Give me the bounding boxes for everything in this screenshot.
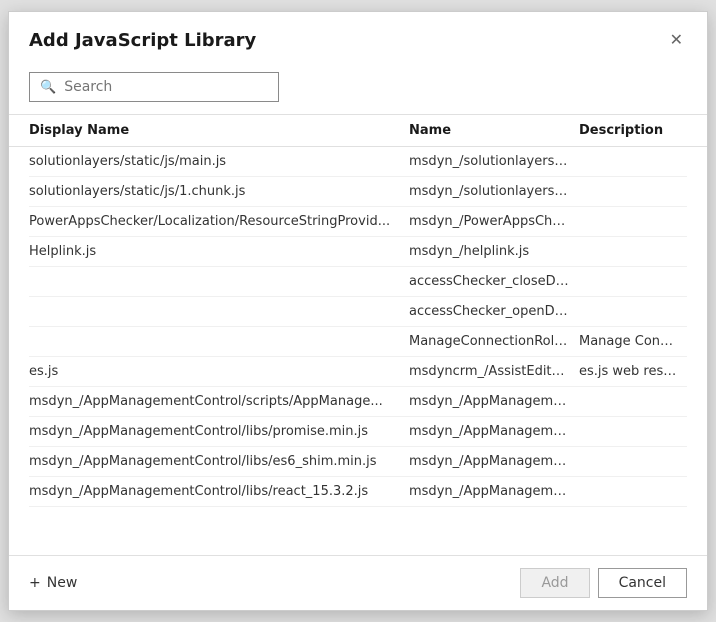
- search-input[interactable]: [64, 79, 268, 95]
- close-button[interactable]: ✕: [666, 28, 687, 52]
- new-label: New: [47, 575, 78, 591]
- header-name: Name: [409, 123, 579, 138]
- table-row[interactable]: msdyn_/AppManagementControl/libs/react_1…: [29, 477, 687, 507]
- plus-icon: +: [29, 575, 41, 591]
- cell-name: msdyn_/AppManagement...: [409, 454, 579, 469]
- dialog-footer: + New Add Cancel: [9, 555, 707, 610]
- cell-display-name: msdyn_/AppManagementControl/libs/react_1…: [29, 484, 409, 499]
- search-icon: 🔍: [40, 80, 56, 95]
- search-container: 🔍: [9, 64, 707, 114]
- cell-display-name: Helplink.js: [29, 244, 409, 259]
- cell-name: accessChecker_closeDialo...: [409, 274, 579, 289]
- cell-name: msdyncrm_/AssistEditCon...: [409, 364, 579, 379]
- table-row[interactable]: Helplink.jsmsdyn_/helplink.js: [29, 237, 687, 267]
- cell-display-name: solutionlayers/static/js/1.chunk.js: [29, 184, 409, 199]
- header-description: Description: [579, 123, 687, 138]
- cell-description: Manage Connect...: [579, 334, 687, 349]
- dialog-header: Add JavaScript Library ✕: [9, 12, 707, 64]
- table-row[interactable]: accessChecker_openDialo...: [29, 297, 687, 327]
- table-row[interactable]: accessChecker_closeDialo...: [29, 267, 687, 297]
- cell-display-name: msdyn_/AppManagementControl/libs/promise…: [29, 424, 409, 439]
- cell-display-name: msdyn_/AppManagementControl/scripts/AppM…: [29, 394, 409, 409]
- header-display-name: Display Name: [29, 123, 409, 138]
- add-javascript-library-dialog: Add JavaScript Library ✕ 🔍 Display Name …: [8, 11, 708, 611]
- cell-name: msdyn_/AppManagement...: [409, 484, 579, 499]
- cell-display-name: solutionlayers/static/js/main.js: [29, 154, 409, 169]
- cell-display-name: PowerAppsChecker/Localization/ResourceSt…: [29, 214, 409, 229]
- cell-name: msdyn_/solutionlayers/sta...: [409, 154, 579, 169]
- table-row[interactable]: PowerAppsChecker/Localization/ResourceSt…: [29, 207, 687, 237]
- add-button[interactable]: Add: [520, 568, 589, 598]
- cell-name: msdyn_/helplink.js: [409, 244, 579, 259]
- cell-name: accessChecker_openDialo...: [409, 304, 579, 319]
- cell-name: msdyn_/PowerAppsCheck...: [409, 214, 579, 229]
- cell-name: msdyn_/solutionlayers/sta...: [409, 184, 579, 199]
- cell-name: ManageConnectionRoles...: [409, 334, 579, 349]
- table-body: solutionlayers/static/js/main.jsmsdyn_/s…: [9, 147, 707, 555]
- table-row[interactable]: solutionlayers/static/js/main.jsmsdyn_/s…: [29, 147, 687, 177]
- cell-name: msdyn_/AppManagement...: [409, 424, 579, 439]
- table-row[interactable]: msdyn_/AppManagementControl/libs/es6_shi…: [29, 447, 687, 477]
- table-row[interactable]: ManageConnectionRoles...Manage Connect..…: [29, 327, 687, 357]
- dialog-title: Add JavaScript Library: [29, 30, 256, 51]
- new-button[interactable]: + New: [29, 575, 77, 591]
- cell-display-name: es.js: [29, 364, 409, 379]
- cell-name: msdyn_/AppManagement...: [409, 394, 579, 409]
- table-row[interactable]: msdyn_/AppManagementControl/libs/promise…: [29, 417, 687, 447]
- table-row[interactable]: msdyn_/AppManagementControl/scripts/AppM…: [29, 387, 687, 417]
- table-container: Display Name Name Description solutionla…: [9, 114, 707, 555]
- cell-display-name: msdyn_/AppManagementControl/libs/es6_shi…: [29, 454, 409, 469]
- search-input-wrapper: 🔍: [29, 72, 279, 102]
- table-row[interactable]: es.jsmsdyncrm_/AssistEditCon...es.js web…: [29, 357, 687, 387]
- footer-actions: Add Cancel: [520, 568, 687, 598]
- table-header: Display Name Name Description: [9, 115, 707, 147]
- cell-description: es.js web resource.: [579, 364, 687, 379]
- table-row[interactable]: solutionlayers/static/js/1.chunk.jsmsdyn…: [29, 177, 687, 207]
- cancel-button[interactable]: Cancel: [598, 568, 687, 598]
